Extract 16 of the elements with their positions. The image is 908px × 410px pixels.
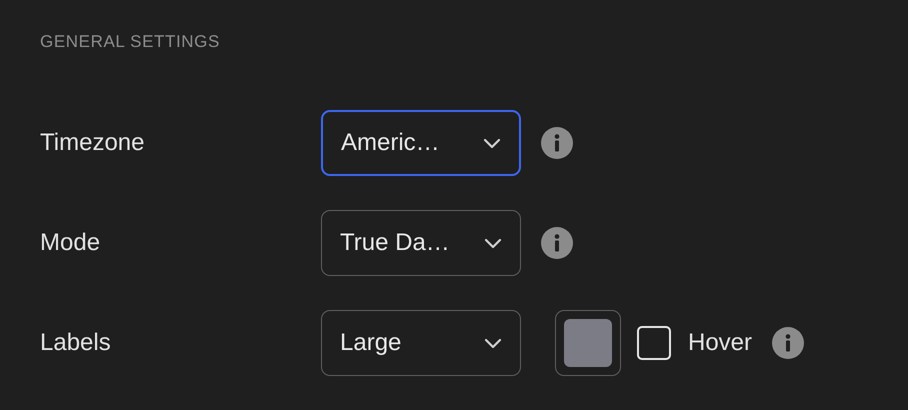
setting-label: Timezone [40,129,146,157]
setting-label: Mode [40,229,102,257]
color-swatch-button[interactable] [555,310,621,376]
chevron-down-icon [484,238,502,248]
section-title: GENERAL SETTINGS [40,32,221,52]
dropdown[interactable]: True Da… [321,210,521,276]
chevron-down-icon [484,338,502,348]
info-icon[interactable] [541,227,573,259]
setting-label: Labels [40,329,112,357]
checkbox-label: Hover [688,329,752,357]
dropdown[interactable]: Americ… [321,110,521,176]
checkbox[interactable] [637,326,671,360]
info-icon[interactable] [772,327,804,359]
dropdown[interactable]: Large [321,310,521,376]
info-icon[interactable] [541,127,573,159]
chevron-down-icon [483,138,501,148]
